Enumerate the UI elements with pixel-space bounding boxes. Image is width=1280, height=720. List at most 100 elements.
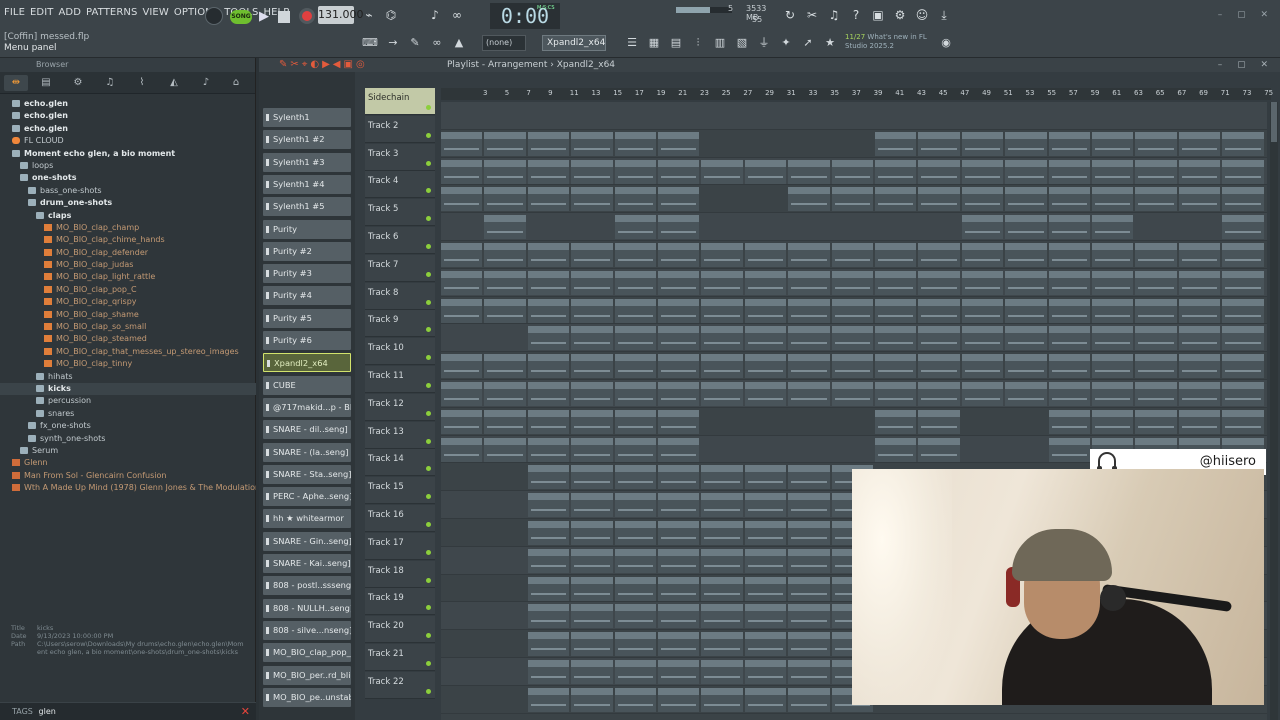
track-header[interactable]: Sidechain: [365, 88, 435, 115]
pattern-clip[interactable]: [701, 354, 743, 379]
pattern-clip[interactable]: Sylenth1: [614, 131, 656, 156]
pattern-clip[interactable]: Syle..h1 #2: [614, 159, 656, 184]
pattern-item[interactable]: Purity #5: [263, 308, 351, 328]
pattern-clip[interactable]: Xpa..._x64: [1048, 437, 1090, 462]
tempo-display[interactable]: 131.000: [318, 6, 364, 24]
browser-folder[interactable]: echo.glen: [0, 98, 256, 110]
pattern-clip[interactable]: Pur..#2: [701, 298, 743, 323]
vertical-scrollbar[interactable]: [1270, 102, 1278, 720]
pattern-clip[interactable]: Pur..#2: [441, 298, 483, 323]
pattern-clip[interactable]: Purity #3: [1092, 326, 1134, 351]
pattern-item[interactable]: Sylenth1 #3: [263, 152, 351, 172]
track-lane[interactable]: Syle..h1 #4 Syle..h1 #4 Syle..h1 #4 Syle..h…: [441, 213, 1267, 241]
pattern-song-knob[interactable]: [205, 7, 223, 25]
pattern-clip[interactable]: Purity: [1222, 270, 1264, 295]
chat-icon[interactable]: ☺: [915, 8, 929, 22]
pattern-clip[interactable]: Purity #3: [788, 326, 830, 351]
track-lane[interactable]: Pur..#2 Pur..#2 Pur..#2 Pur..#2 Pur..#2 Pur..…: [441, 297, 1267, 325]
pattern-clip[interactable]: Syle..h1 #5: [1222, 243, 1264, 267]
pattern-clip[interactable]: Syle..h1 #2: [1005, 159, 1047, 184]
pattern-clip[interactable]: Syle..h1 #5: [484, 243, 526, 267]
pattern-clip[interactable]: Purity #3: [614, 326, 656, 351]
pattern-clip[interactable]: Pur..#2: [918, 298, 960, 323]
refresh-icon[interactable]: ↻: [783, 8, 797, 22]
pattern-clip[interactable]: SNA..(K4L): [701, 687, 743, 712]
pattern-clip[interactable]: Purity: [614, 270, 656, 295]
track-mute-led[interactable]: [426, 327, 431, 333]
pattern-clip[interactable]: hh..armor: [614, 632, 656, 657]
pattern-clip[interactable]: [658, 493, 700, 518]
browser-icon[interactable]: ▥: [713, 36, 727, 50]
pattern-clip[interactable]: Syle..h1 #2: [918, 159, 960, 184]
pattern-clip[interactable]: [701, 493, 743, 518]
browser-folder[interactable]: one-shots: [0, 172, 256, 184]
song-mode-toggle[interactable]: SONG: [230, 10, 252, 24]
pattern-clip[interactable]: Purity: [571, 270, 613, 295]
pattern-clip[interactable]: [1135, 354, 1177, 379]
pattern-clip[interactable]: CUBE: [614, 465, 656, 490]
pattern-clip[interactable]: [701, 521, 743, 545]
pattern-clip[interactable]: Purity #3: [1222, 326, 1264, 351]
draw-icon[interactable]: ✎: [408, 36, 422, 50]
pattern-clip[interactable]: Pur..#2: [658, 298, 700, 323]
browser-folder[interactable]: snares: [0, 408, 256, 420]
track-header[interactable]: Track 9: [365, 310, 435, 338]
pattern-clip[interactable]: [658, 604, 700, 629]
track-header[interactable]: Track 14: [365, 449, 435, 477]
pattern-clip[interactable]: [484, 354, 526, 379]
pattern-clip[interactable]: Syle..h1 #3: [918, 187, 960, 212]
pattern-clip[interactable]: Purity #5: [571, 382, 613, 406]
pattern-clip[interactable]: Syle..h1 #2: [701, 159, 743, 184]
pattern-clip[interactable]: Pur..#2: [1222, 298, 1264, 323]
pattern-clip[interactable]: Purity #3: [1135, 326, 1177, 351]
track-mute-led[interactable]: [426, 410, 431, 416]
pattern-clip[interactable]: Sylenth1: [441, 131, 483, 156]
pattern-clip[interactable]: Purity #6: [918, 409, 960, 434]
save-icon[interactable]: ▣: [871, 8, 885, 22]
pattern-clip[interactable]: CUBE: [527, 465, 570, 490]
loop-record-icon[interactable]: ∞: [450, 8, 464, 22]
pattern-item[interactable]: CUBE: [263, 375, 351, 395]
pattern-clip[interactable]: SNA..(K4L): [571, 687, 613, 712]
window-controls[interactable]: – ▢ ✕: [1218, 10, 1274, 20]
playlist-window-controls[interactable]: – ▢ ✕: [1218, 58, 1274, 72]
pattern-clip[interactable]: Syle..h1 #2: [1222, 159, 1264, 184]
pattern-clip[interactable]: Purity #5: [1048, 382, 1090, 406]
pattern-clip[interactable]: hh..armor: [701, 632, 743, 657]
pattern-clip[interactable]: [658, 521, 700, 545]
wait-input-icon[interactable]: ⌬: [384, 8, 398, 22]
pattern-clip[interactable]: Sylenth1: [1092, 131, 1134, 156]
browser-folder[interactable]: kicks: [0, 382, 256, 396]
track-header[interactable]: Track 6: [365, 227, 435, 254]
pattern-clip[interactable]: Purity #5: [441, 382, 483, 406]
pattern-item[interactable]: PERC - Aphe..seng] (K4L): [263, 487, 351, 507]
pattern-clip[interactable]: Syle..h1 #5: [788, 243, 830, 267]
pattern-clip[interactable]: Pur..#2: [527, 298, 570, 323]
pattern-clip[interactable]: SNA..(K4L): [614, 687, 656, 712]
pattern-clip[interactable]: Pur..#2: [484, 298, 526, 323]
snap-select[interactable]: (none): [482, 35, 526, 51]
pattern-clip[interactable]: Purity: [961, 270, 1004, 295]
pattern-clip[interactable]: [614, 354, 656, 379]
pattern-clip[interactable]: Syle..h1 #5: [571, 243, 613, 267]
pattern-clip[interactable]: Syle..h1 #2: [527, 159, 570, 184]
pattern-clip[interactable]: SNA..(K4L): [744, 687, 787, 712]
pattern-clip[interactable]: Syle..h1 #2: [1135, 159, 1177, 184]
keyboard-icon[interactable]: ⌨: [362, 36, 378, 50]
pattern-clip[interactable]: [1092, 354, 1134, 379]
pattern-clip[interactable]: Xpa..._x64: [918, 437, 960, 462]
track-lane[interactable]: [441, 352, 1267, 380]
browser-folder[interactable]: FL CLOUD: [0, 135, 256, 147]
track-header[interactable]: Track 3: [365, 143, 435, 171]
pattern-clip[interactable]: Xpa..._x64: [614, 437, 656, 462]
sample-file[interactable]: MO_BIO_clap_so_small: [0, 321, 256, 333]
pattern-clip[interactable]: Syle..h1 #3: [658, 187, 700, 212]
pattern-item[interactable]: SNARE - Sta..seng] (K4L): [263, 464, 351, 484]
pattern-item[interactable]: Purity #6: [263, 331, 351, 350]
track-mute-led[interactable]: [426, 688, 431, 694]
browser-folder[interactable]: synth_one-shots: [0, 433, 256, 445]
track-header[interactable]: Track 10: [365, 338, 435, 366]
pattern-clip[interactable]: Syle..h1 #3: [1092, 187, 1134, 212]
pattern-clip[interactable]: Purity #3: [744, 326, 787, 351]
sample-file[interactable]: MO_BIO_clap_light_rattle: [0, 271, 256, 283]
